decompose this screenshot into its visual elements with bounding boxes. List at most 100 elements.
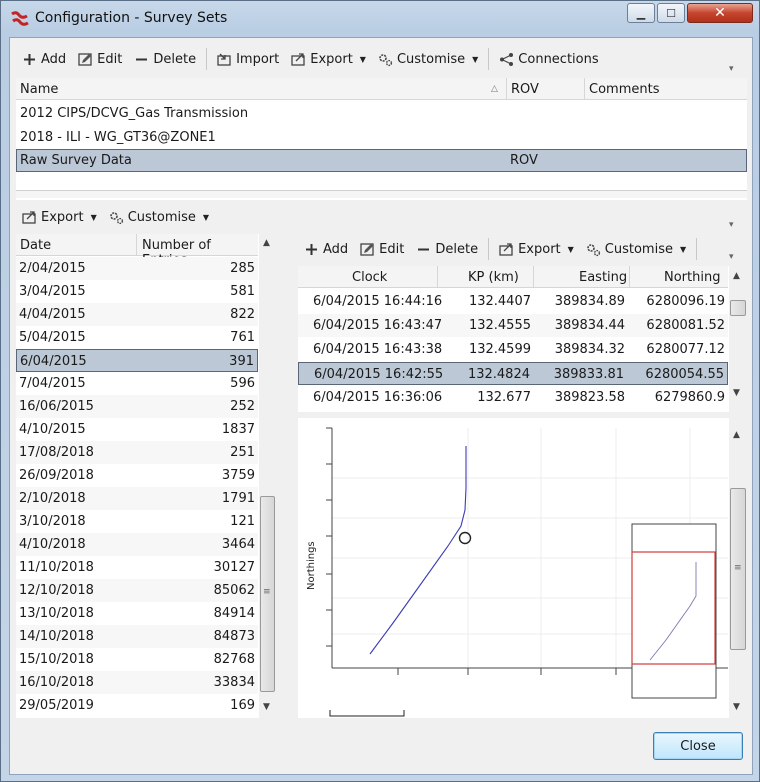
table-row[interactable]: 2012 CIPS/DCVG_Gas Transmission [16, 102, 747, 125]
date-row[interactable]: 12/10/2018 85062 [16, 579, 258, 602]
add-label: Add [323, 241, 349, 257]
point-row-selected[interactable]: 6/04/2015 16:42:55 132.4824 389833.81 62800… [298, 362, 728, 385]
scroll-up-arrow-icon[interactable]: ▲ [733, 271, 740, 281]
scrollbar-thumb[interactable] [730, 300, 746, 316]
export-dropdown[interactable]: Export ▼ [285, 48, 372, 70]
date-row[interactable]: 2/04/2015 285 [16, 257, 258, 280]
point-row[interactable]: 6/04/2015 16:36:06 132.677 389823.58 627986… [298, 386, 728, 409]
scroll-down-arrow-icon[interactable]: ▼ [733, 388, 740, 398]
horizontal-scrollbar[interactable] [16, 190, 747, 198]
date-row[interactable]: 5/04/2015 761 [16, 326, 258, 349]
toolbar-overflow-icon[interactable]: ▾ [729, 252, 734, 262]
date-row[interactable]: 7/04/2015 596 [16, 372, 258, 395]
toolbar-overflow-icon[interactable]: ▾ [729, 220, 734, 230]
point-row[interactable]: 6/04/2015 16:43:47 132.4555 389834.44 62800… [298, 314, 728, 337]
entries-cell: 84914 [213, 606, 255, 621]
column-header-easting[interactable]: Easting [579, 270, 627, 285]
survey-track-line [369, 446, 467, 655]
date-row[interactable]: 26/09/2018 3759 [16, 464, 258, 487]
entries-cell: 169 [230, 698, 255, 713]
import-button[interactable]: Import [211, 48, 285, 70]
pencil-icon [360, 242, 374, 256]
scroll-up-arrow-icon[interactable]: ▲ [733, 430, 740, 440]
date-row[interactable]: 4/10/2018 3464 [16, 533, 258, 556]
close-button[interactable]: Close [653, 732, 743, 760]
date-cell: 7/04/2015 [19, 376, 86, 391]
point-row[interactable]: 6/04/2015 16:44:16 132.4407 389834.89 62800… [298, 290, 728, 313]
export-label: Export [310, 51, 353, 67]
date-cell: 6/04/2015 [20, 354, 87, 369]
date-cell: 17/08/2018 [19, 445, 94, 460]
points-edit-button[interactable]: Edit [354, 238, 410, 260]
date-row[interactable]: 3/10/2018 121 [16, 510, 258, 533]
easting-cell: 389834.89 [554, 294, 625, 309]
column-header-name[interactable]: Name [20, 82, 58, 97]
column-header-comments[interactable]: Comments [589, 82, 659, 97]
date-row[interactable]: 16/06/2015 252 [16, 395, 258, 418]
survey-track-plot[interactable]: 10000mEastingsNorthings ▲ ≡ ▼ [298, 418, 747, 718]
minus-icon [136, 58, 148, 60]
column-header-kp[interactable]: KP (km) [468, 270, 519, 285]
plot-vertical-scrollbar[interactable]: ▲ ≡ ▼ [729, 418, 747, 718]
date-row[interactable]: 4/04/2015 822 [16, 303, 258, 326]
delete-label: Delete [435, 241, 479, 257]
date-cell: 16/06/2015 [19, 399, 94, 414]
date-cell: 2/04/2015 [19, 261, 86, 276]
column-divider [533, 266, 534, 288]
points-export-dropdown[interactable]: Export ▼ [493, 238, 580, 260]
points-vertical-scrollbar[interactable]: ▲ ▼ [729, 266, 747, 412]
dates-export-dropdown[interactable]: Export ▼ [16, 206, 103, 228]
column-header-clock[interactable]: Clock [352, 270, 387, 285]
plus-icon [24, 53, 35, 65]
entries-cell: 82768 [213, 652, 255, 667]
date-cell: 16/10/2018 [19, 675, 94, 690]
clock-cell: 6/04/2015 16:42:55 [314, 367, 444, 382]
maximize-button[interactable]: ☐ [657, 3, 685, 23]
date-row[interactable]: 16/10/2018 33834 [16, 671, 258, 694]
date-row[interactable]: 29/05/2019 169 [16, 694, 258, 717]
date-row[interactable]: 2/10/2018 1791 [16, 487, 258, 510]
entries-cell: 761 [230, 330, 255, 345]
dates-customise-dropdown[interactable]: Customise ▼ [103, 206, 215, 228]
points-delete-button[interactable]: Delete [410, 238, 484, 260]
edit-button[interactable]: Edit [72, 48, 128, 70]
points-add-button[interactable]: Add [298, 238, 354, 260]
date-row[interactable]: 17/08/2018 251 [16, 441, 258, 464]
window-title: Configuration - Survey Sets [35, 10, 228, 26]
entries-cell: 285 [230, 261, 255, 276]
date-row[interactable]: 15/10/2018 82768 [16, 648, 258, 671]
track-plot-canvas[interactable]: 10000mEastingsNorthings [298, 418, 728, 718]
entries-cell: 822 [230, 307, 255, 322]
easting-cell: 389833.81 [553, 367, 624, 382]
toolbar-separator [488, 238, 490, 260]
add-button[interactable]: Add [16, 48, 72, 70]
date-row-selected[interactable]: 6/04/2015 391 [16, 349, 258, 372]
customise-label: Customise [396, 51, 466, 67]
points-customise-dropdown[interactable]: Customise ▼ [580, 238, 692, 260]
customise-dropdown[interactable]: Customise ▼ [372, 48, 484, 70]
connections-button[interactable]: Connections [493, 48, 604, 70]
delete-button[interactable]: Delete [128, 48, 202, 70]
column-divider [136, 234, 137, 256]
date-row[interactable]: 3/04/2015 581 [16, 280, 258, 303]
entries-cell: 121 [230, 514, 255, 529]
dates-vertical-scrollbar[interactable]: ▲ ≡ ▼ [259, 234, 276, 718]
point-row[interactable]: 6/04/2015 16:43:38 132.4599 389834.32 62800… [298, 338, 728, 361]
date-row[interactable]: 13/10/2018 84914 [16, 602, 258, 625]
scroll-up-arrow-icon[interactable]: ▲ [263, 238, 270, 248]
column-header-northing[interactable]: Northing [664, 270, 720, 285]
close-window-button[interactable]: ✕ [687, 3, 753, 23]
column-header-rov[interactable]: ROV [511, 82, 539, 97]
minimize-button[interactable]: ▁ [627, 3, 655, 23]
date-row[interactable]: 14/10/2018 84873 [16, 625, 258, 648]
column-header-date[interactable]: Date [20, 238, 51, 253]
scroll-down-arrow-icon[interactable]: ▼ [733, 702, 740, 712]
toolbar-overflow-icon[interactable]: ▾ [729, 64, 734, 74]
scroll-down-arrow-icon[interactable]: ▼ [263, 702, 270, 712]
table-row-selected[interactable]: Raw Survey Data ROV [16, 149, 747, 172]
export-icon [499, 242, 513, 256]
table-row[interactable]: 2018 - ILI - WG_GT36@ZONE1 [16, 126, 747, 149]
edit-label: Edit [379, 241, 405, 257]
date-row[interactable]: 11/10/2018 30127 [16, 556, 258, 579]
date-row[interactable]: 4/10/2015 1837 [16, 418, 258, 441]
